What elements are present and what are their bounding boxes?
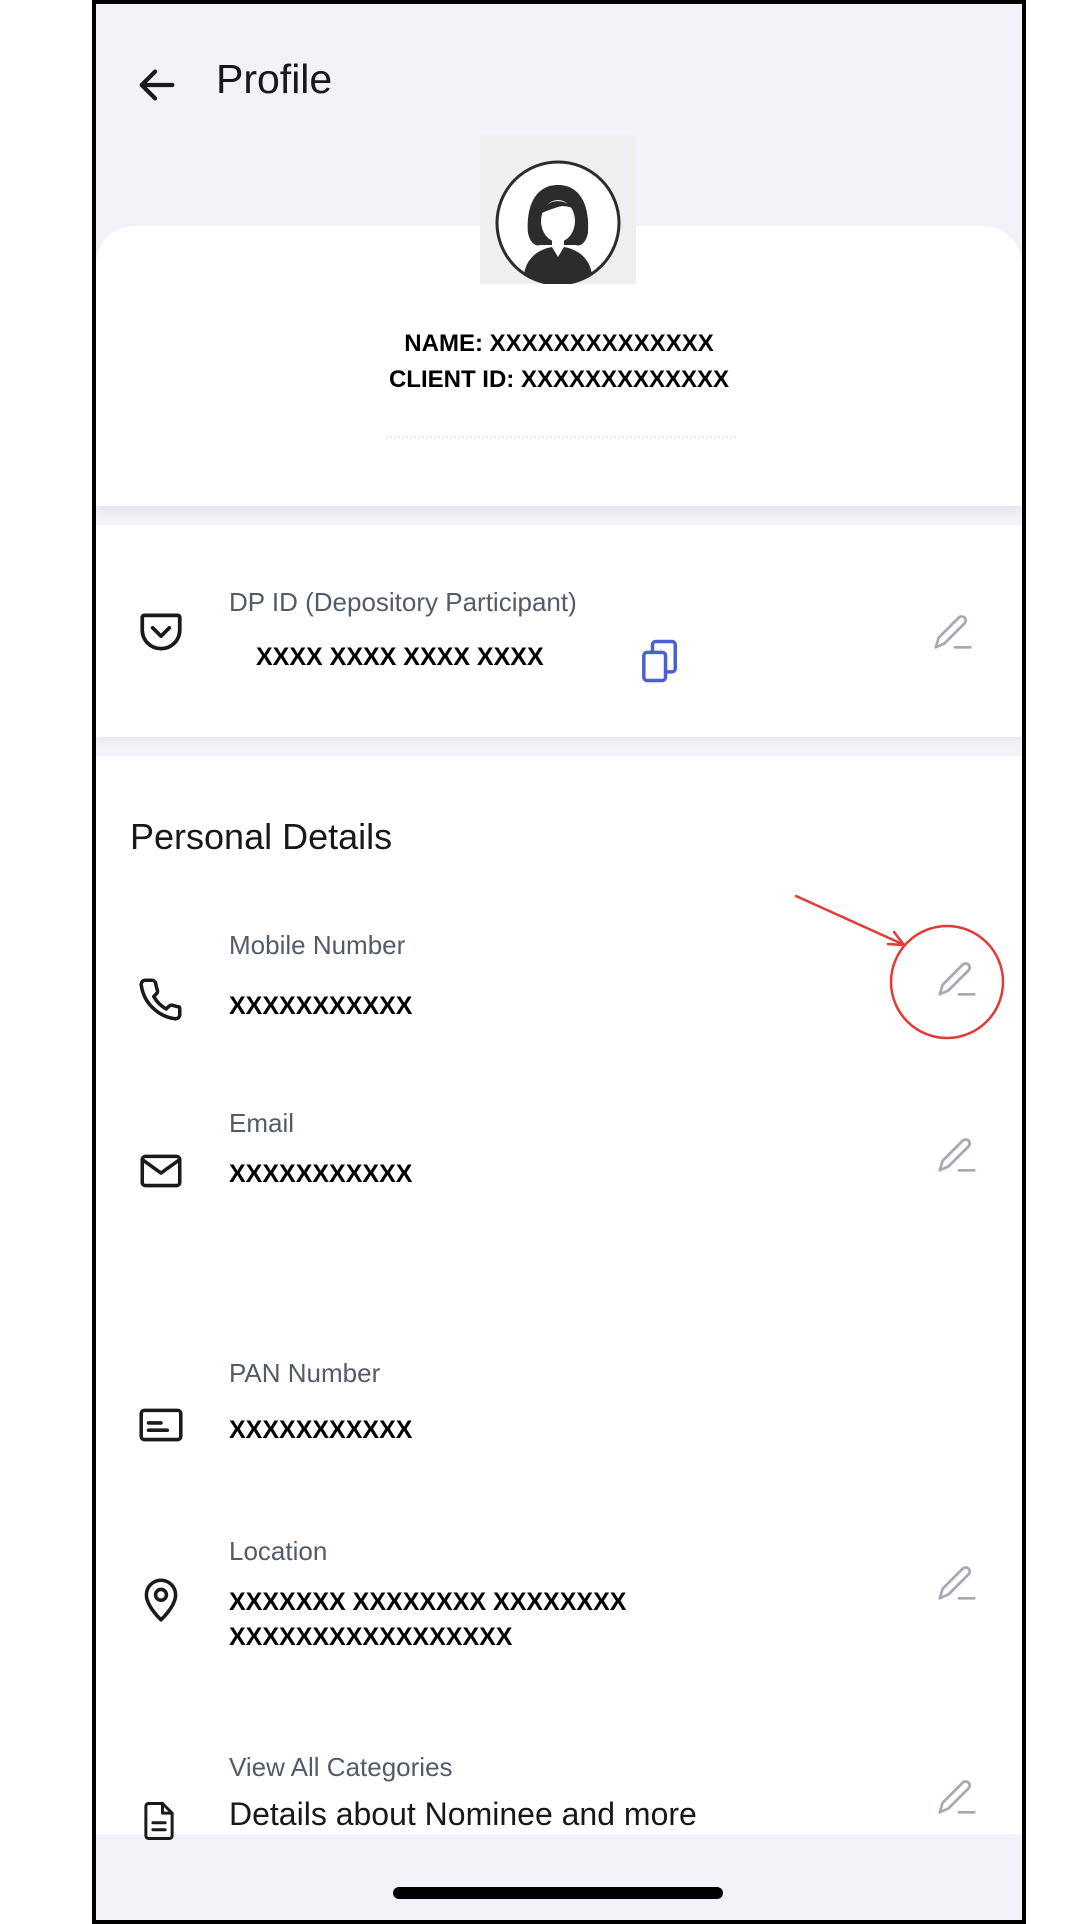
document-icon [138,1796,180,1846]
section-title: Personal Details [130,816,393,857]
profile-client-id: CLIENT ID: XXXXXXXXXXXXX [388,366,730,393]
edit-email-button[interactable] [934,1132,980,1178]
pan-label: PAN Number [229,1358,381,1388]
location-line-2: XXXXXXXXXXXXXXXXX [229,1623,513,1651]
location-label: Location [229,1536,328,1566]
pencil-icon [938,1566,976,1600]
user-avatar-icon [495,160,621,286]
id-card-icon [136,1400,186,1450]
copy-icon [642,639,677,683]
map-pin-icon [136,1574,186,1624]
divider [386,436,736,446]
pencil-icon [938,1138,976,1172]
location-line-1: XXXXXXX XXXXXXXX XXXXXXXX [229,1588,627,1616]
phone-screen: Profile NAME: XXXXXXXXXXXXXX CLIENT ID: … [92,0,1026,1924]
avatar[interactable] [480,135,636,286]
edit-categories-button[interactable] [934,1774,980,1820]
home-indicator[interactable] [393,1887,723,1899]
phone-icon [136,974,186,1024]
pocket-icon [136,607,186,657]
pencil-icon [938,962,976,996]
arrow-left-icon [139,69,175,101]
categories-label[interactable]: View All Categories [229,1752,453,1783]
back-button[interactable] [134,62,180,108]
pencil-icon [938,1780,976,1814]
edit-location-button[interactable] [934,1560,980,1606]
pencil-icon [934,615,972,649]
personal-details-card: Personal Details Mobile Number XXXXXXXXX… [96,756,1022,1840]
profile-name: NAME: XXXXXXXXXXXXXX [404,330,714,357]
copy-button[interactable] [633,635,685,687]
dp-id-value: XXXX XXXX XXXX XXXX [256,643,544,671]
edit-dp-id-button[interactable] [930,609,976,655]
mobile-label: Mobile Number [229,930,406,960]
categories-value[interactable]: Details about Nominee and more [229,1796,697,1833]
pan-value: XXXXXXXXXXX [229,1416,413,1444]
edit-mobile-button[interactable] [934,956,980,1002]
email-label: Email [229,1108,295,1138]
email-value: XXXXXXXXXXX [229,1160,413,1188]
mail-icon [136,1146,186,1196]
mobile-value: XXXXXXXXXXX [229,992,413,1020]
dp-id-card: DP ID (Depository Participant) XXXX XXXX… [96,525,1022,737]
dp-id-label: DP ID (Depository Participant) [229,587,577,617]
page-title: Profile [216,56,333,102]
